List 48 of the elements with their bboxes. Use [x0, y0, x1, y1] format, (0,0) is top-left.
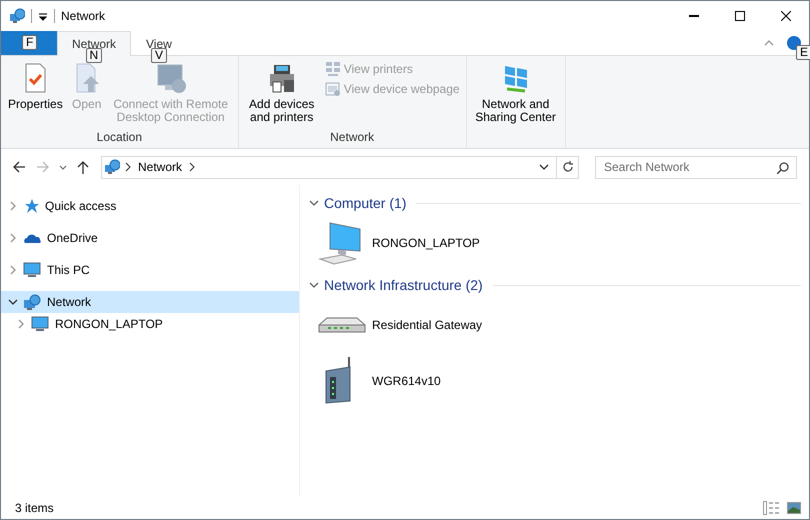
up-arrow-icon: [75, 159, 91, 175]
back-arrow-icon: [11, 159, 27, 175]
monitor-icon: [154, 62, 187, 94]
group-header: Network Infrastructure (2): [324, 277, 483, 293]
network-icon: [23, 294, 41, 310]
close-icon: [781, 11, 791, 21]
address-bar[interactable]: Network: [101, 156, 579, 178]
forward-arrow-icon: [35, 159, 51, 175]
file-tab[interactable]: F: [1, 31, 57, 55]
devices-button[interactable]: Add devices and printers: [242, 60, 321, 130]
computer-icon: [23, 262, 41, 278]
properties-button[interactable]: Properties: [5, 60, 66, 130]
computer-icon: [31, 316, 49, 332]
app-icon: [9, 8, 25, 24]
device-item[interactable]: Residential Gateway: [308, 299, 488, 351]
nav-tree-item[interactable]: This PC: [1, 259, 299, 281]
chevron-down-icon: [59, 164, 67, 170]
quick-access-dropdown-icon[interactable]: [38, 11, 48, 21]
chevron-right-icon[interactable]: [124, 162, 132, 172]
keytip: N: [86, 48, 102, 63]
search-field[interactable]: Search Network: [595, 156, 797, 178]
group-header: Computer (1): [324, 195, 406, 211]
nav-tree-item[interactable]: OneDrive: [1, 227, 299, 249]
keytip: V: [151, 48, 168, 63]
chevron-down-icon: [539, 162, 549, 172]
device-item[interactable]: RONGON_LAPTOP: [308, 217, 486, 269]
breadcrumb[interactable]: Network: [136, 160, 184, 174]
search-icon: [777, 162, 789, 174]
sharing-button[interactable]: Network and Sharing Center: [470, 60, 561, 130]
maximize-icon: [735, 11, 745, 21]
webpage-icon: [324, 81, 341, 97]
nav-tree-item[interactable]: Quick access: [1, 195, 299, 217]
star-icon: [23, 198, 39, 214]
refresh-icon: [562, 161, 574, 173]
group-label: Network: [329, 130, 376, 146]
window-title: Network: [61, 9, 106, 23]
chevron-right-icon[interactable]: [188, 162, 196, 172]
grid-icon: [324, 61, 341, 77]
group-label: Location: [96, 130, 144, 146]
keytip: F: [22, 35, 38, 50]
keytip: E: [796, 45, 810, 60]
nav-tree-item[interactable]: RONGON_LAPTOP: [1, 313, 299, 335]
network-icon: [104, 159, 120, 175]
nav-tree-item[interactable]: Network: [1, 291, 299, 313]
item-count: 3 items: [15, 501, 55, 515]
details-view-button[interactable]: [763, 501, 779, 515]
router-icon: [318, 317, 366, 333]
device-item[interactable]: WGR614v10: [308, 355, 447, 407]
